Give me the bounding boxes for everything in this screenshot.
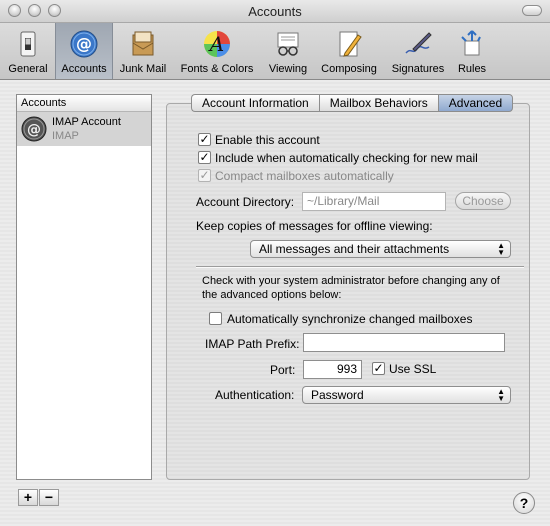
toolbar-rules[interactable]: Rules: [452, 23, 492, 79]
popup-arrows-icon: ▲ ▼: [497, 387, 505, 403]
help-button[interactable]: ?: [513, 492, 535, 514]
toolbar-label: Junk Mail: [119, 63, 167, 75]
toolbar-toggle-button[interactable]: [522, 5, 542, 16]
toolbar-accounts[interactable]: @ Accounts: [55, 23, 113, 79]
toolbar-label: Viewing: [268, 63, 308, 75]
enable-account-label: Enable this account: [215, 133, 320, 147]
tab-account-information[interactable]: Account Information: [191, 94, 319, 112]
sync-mailboxes-label: Automatically synchronize changed mailbo…: [227, 312, 473, 326]
enable-account-checkbox[interactable]: ✓: [198, 133, 211, 146]
toolbar-label: Composing: [321, 63, 377, 75]
accounts-list[interactable]: Accounts @ IMAP Account IMAP: [16, 94, 152, 480]
tab-mailbox-behaviors[interactable]: Mailbox Behaviors: [318, 94, 438, 112]
toolbar-general[interactable]: General: [4, 23, 52, 79]
account-directory-field[interactable]: ~/Library/Mail: [302, 192, 446, 211]
use-ssl-label: Use SSL: [389, 362, 437, 376]
toolbar-viewing[interactable]: Viewing: [262, 23, 314, 79]
accounts-list-header: Accounts: [17, 95, 151, 112]
pencil-paper-icon: [339, 31, 362, 57]
compact-mailboxes-checkbox[interactable]: ✓: [198, 169, 211, 182]
sync-mailboxes-checkbox[interactable]: [209, 312, 222, 325]
imap-path-prefix-field[interactable]: [303, 333, 505, 352]
authentication-label: Authentication:: [215, 388, 295, 402]
authentication-popup[interactable]: Password ▲ ▼: [302, 386, 511, 404]
junk-mail-icon: [132, 31, 154, 56]
authentication-value: Password: [311, 388, 364, 402]
toolbar-label: General: [8, 63, 48, 75]
include-checking-checkbox[interactable]: ✓: [198, 151, 211, 164]
light-switch-icon: [20, 31, 36, 57]
tab-advanced[interactable]: Advanced: [437, 94, 514, 112]
tab-bar: Account Information Mailbox Behaviors Ad…: [191, 94, 514, 112]
choose-directory-button[interactable]: Choose: [455, 192, 511, 210]
toolbar-label: Fonts & Colors: [180, 63, 254, 75]
toolbar-label: Accounts: [61, 63, 107, 75]
toolbar-signatures[interactable]: Signatures: [386, 23, 450, 79]
account-row[interactable]: @ IMAP Account IMAP: [17, 112, 151, 146]
toolbar-composing[interactable]: Composing: [316, 23, 382, 79]
account-type: IMAP: [52, 130, 79, 142]
pen-signature-icon: [405, 32, 432, 54]
offline-copies-label: Keep copies of messages for offline view…: [196, 219, 433, 233]
svg-text:@: @: [27, 122, 41, 138]
account-name: IMAP Account: [52, 116, 121, 128]
svg-text:A: A: [208, 32, 224, 56]
toolbar-fonts-colors[interactable]: A Fonts & Colors: [174, 23, 260, 79]
preferences-window: Accounts General @ Accounts Junk Mail A …: [0, 0, 550, 526]
preferences-toolbar: General @ Accounts Junk Mail A Fonts & C…: [0, 23, 550, 80]
use-ssl-checkbox[interactable]: ✓: [372, 362, 385, 375]
imap-account-icon: @: [21, 116, 47, 142]
advanced-separator: [196, 266, 524, 268]
add-account-button[interactable]: +: [18, 489, 38, 506]
imap-path-prefix-label: IMAP Path Prefix:: [205, 337, 300, 351]
compact-mailboxes-label: Compact mailboxes automatically: [215, 169, 394, 183]
toolbar-label: Signatures: [391, 63, 445, 75]
admin-warning-line2: the advanced options below:: [202, 289, 342, 301]
offline-copies-popup[interactable]: All messages and their attachments ▲ ▼: [250, 240, 511, 258]
svg-text:@: @: [76, 34, 92, 53]
glasses-letter-icon: [277, 32, 299, 56]
remove-account-button[interactable]: −: [39, 489, 59, 506]
window-title: Accounts: [248, 4, 302, 19]
toolbar-junk-mail[interactable]: Junk Mail: [115, 23, 171, 79]
offline-copies-value: All messages and their attachments: [259, 242, 450, 256]
rules-arrows-icon: [461, 30, 481, 56]
include-checking-label: Include when automatically checking for …: [215, 151, 478, 165]
font-palette-icon: A: [204, 31, 230, 57]
title-bar: Accounts: [0, 0, 550, 23]
toolbar-label: Rules: [457, 63, 487, 75]
at-sign-icon: @: [70, 30, 98, 58]
admin-warning-line1: Check with your system administrator bef…: [202, 275, 500, 287]
port-field[interactable]: 993: [303, 360, 362, 379]
port-label: Port:: [270, 363, 296, 377]
popup-arrows-icon: ▲ ▼: [497, 241, 505, 257]
account-directory-label: Account Directory:: [196, 195, 295, 209]
